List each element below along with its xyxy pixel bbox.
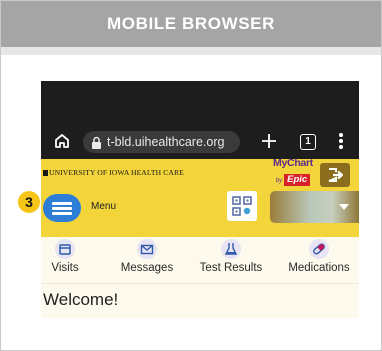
logout-icon [327,167,344,188]
envelope-icon [137,239,157,259]
flask-icon [221,239,241,259]
tab-count-label: 1 [305,136,311,147]
brand-vendor: Epic [284,174,311,186]
step-number: 3 [25,194,33,210]
tabs-icon[interactable]: 1 [300,134,316,150]
nav-test-results[interactable]: Test Results [191,239,271,274]
calendar-icon [55,239,75,259]
home-icon[interactable] [53,132,71,155]
org-name: UNIVERSITY OF IOWA HEALTH CARE [49,168,184,177]
step-badge: 3 [18,191,40,213]
user-switcher-dropdown[interactable] [270,191,359,223]
welcome-section: Welcome! [41,283,359,318]
status-area [41,81,359,125]
nav-visits[interactable]: Visits [41,239,105,274]
pill-icon [309,239,329,259]
browser-toolbar: t-bld.uihealthcare.org 1 [41,125,359,159]
nav-medications-label: Medications [288,262,350,274]
welcome-heading: Welcome! [43,290,119,309]
plus-icon[interactable] [260,132,278,155]
logout-button[interactable] [320,163,350,187]
section-header: MOBILE BROWSER [1,1,381,47]
phone-screen: t-bld.uihealthcare.org 1 UNIVERSITY OF I… [41,81,359,321]
nav-test-results-label: Test Results [199,262,263,274]
menu-button[interactable] [43,194,81,222]
app-header: UNIVERSITY OF IOWA HEALTH CARE MyChart b… [41,157,359,237]
lock-icon [91,135,102,157]
header-divider [1,47,381,55]
chevron-down-icon [339,204,349,210]
mychart-logo: MyChart by Epic [270,157,316,187]
nav-visits-label: Visits [51,262,79,274]
brand-by: by [275,178,283,184]
nav-messages-label: Messages [120,262,174,274]
org-logo[interactable]: UNIVERSITY OF IOWA HEALTH CARE [43,168,184,177]
brand-name: MyChart [273,157,313,169]
qr-code-button[interactable] [227,191,257,221]
kebab-menu-icon[interactable] [339,133,343,151]
address-bar[interactable]: t-bld.uihealthcare.org [83,131,240,153]
nav-messages[interactable]: Messages [107,239,187,274]
qr-code-icon [232,196,252,221]
section-title: MOBILE BROWSER [106,14,275,33]
org-mark-icon [43,170,48,176]
screenshot-frame: MOBILE BROWSER t-bld.uihealthcare.org 1 [0,0,382,351]
url-text: t-bld.uihealthcare.org [107,135,225,149]
nav-medications[interactable]: Medications [279,239,359,274]
quick-nav: Visits Messages Test Results Medications [41,237,359,283]
menu-label[interactable]: Menu [91,201,116,212]
